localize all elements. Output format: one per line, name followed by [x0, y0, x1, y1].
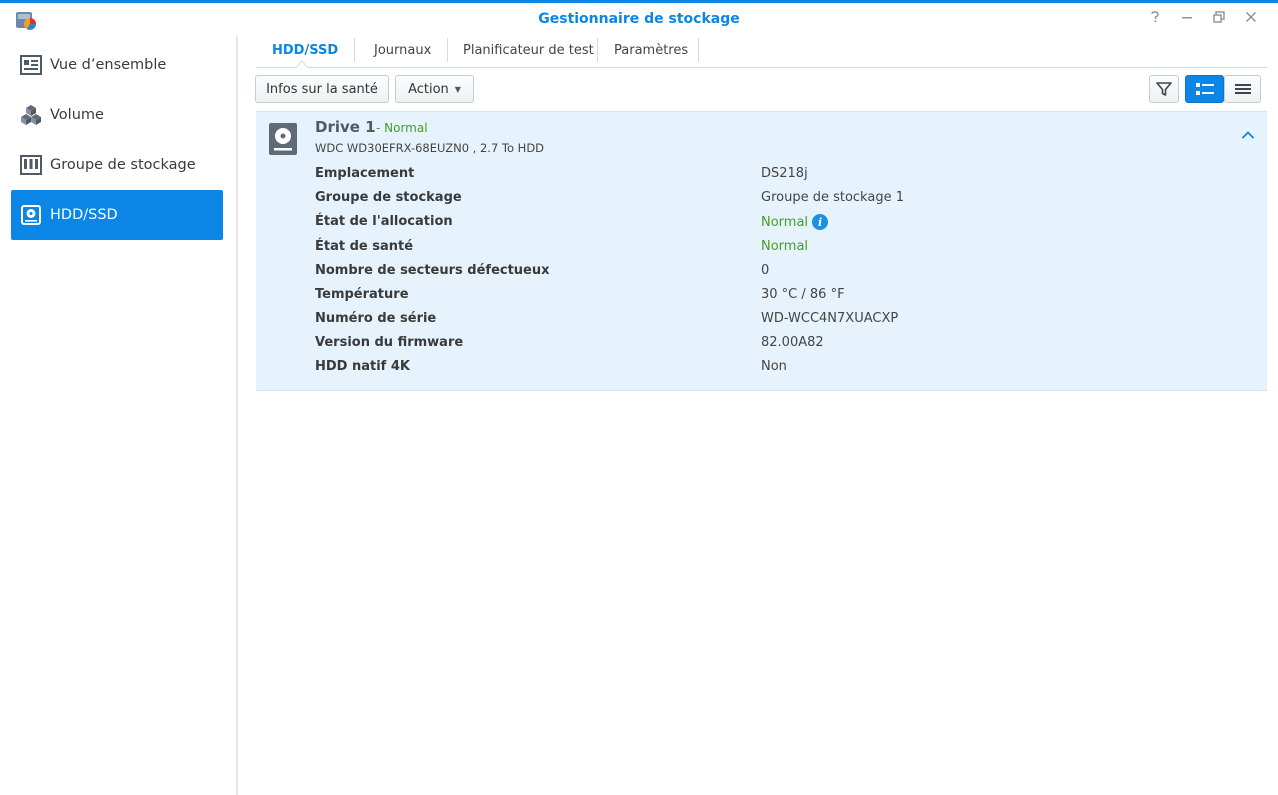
detail-key: Emplacement	[315, 166, 415, 181]
detail-value: 30 °C / 86 °F	[761, 287, 845, 302]
tab-planificateur[interactable]: Planificateur de test	[463, 40, 594, 62]
detail-key: Température	[315, 287, 409, 302]
sidebar-item-label: Groupe de stockage	[50, 157, 196, 173]
detail-value: Normal	[761, 239, 809, 254]
detail-key: État de santé	[315, 239, 414, 254]
view-detail-button[interactable]	[1185, 75, 1224, 103]
detail-key: HDD natif 4K	[315, 359, 410, 374]
minimize-icon[interactable]	[1178, 10, 1196, 28]
tab-separator	[597, 38, 598, 62]
sidebar-item-storage-pool[interactable]: Groupe de stockage	[11, 140, 223, 190]
detail-value: Groupe de stockage 1	[761, 190, 904, 205]
volume-cubes-icon	[20, 104, 42, 126]
overview-icon	[20, 54, 42, 76]
sidebar-item-label: Vue d’ensemble	[50, 57, 167, 73]
view-list-button[interactable]	[1224, 75, 1261, 103]
filter-button[interactable]	[1149, 75, 1179, 103]
sidebar-item-label: Volume	[50, 107, 104, 123]
action-button[interactable]: Action ▼	[395, 75, 474, 103]
info-icon[interactable]: i	[812, 214, 829, 230]
drive-panel[interactable]: Drive 1 - Normal WDC WD30EFRX-68EUZN0 , …	[256, 111, 1267, 391]
sidebar: Vue d’ensemble Volume Groupe de stockage…	[0, 36, 238, 795]
detail-key: Numéro de série	[315, 311, 437, 326]
detail-key: État de l'allocation	[315, 214, 453, 229]
tab-parametres[interactable]: Paramètres	[614, 40, 688, 62]
detail-value: DS218j	[761, 166, 808, 181]
title-bar: Gestionnaire de stockage	[0, 0, 1278, 36]
detail-key: Version du firmware	[315, 335, 464, 350]
detail-value: Non	[761, 359, 787, 374]
action-button-label: Action	[408, 81, 449, 97]
list-icon	[1234, 84, 1251, 94]
sidebar-item-overview[interactable]: Vue d’ensemble	[11, 40, 223, 90]
tab-separator	[447, 38, 448, 62]
filter-icon	[1156, 82, 1172, 96]
detail-value: Normal i	[761, 214, 829, 230]
storage-pool-icon	[20, 154, 42, 176]
tab-bar: HDD/SSD Journaux Planificateur de test P…	[256, 36, 1267, 68]
maximize-icon[interactable]	[1210, 10, 1228, 28]
drive-status: - Normal	[376, 121, 428, 135]
detail-key: Nombre de secteurs défectueux	[315, 263, 550, 278]
help-icon[interactable]	[1146, 10, 1164, 28]
sidebar-item-label: HDD/SSD	[50, 207, 118, 223]
hdd-drive-icon	[269, 123, 297, 155]
chevron-down-icon: ▼	[454, 84, 461, 94]
close-icon[interactable]	[1242, 10, 1260, 28]
active-tab-indicator	[296, 60, 308, 68]
list-detail-icon	[1195, 83, 1214, 95]
sidebar-item-hdd-ssd[interactable]: HDD/SSD	[11, 190, 223, 240]
detail-key: Groupe de stockage	[315, 190, 462, 205]
detail-value: 0	[761, 263, 770, 278]
window-title: Gestionnaire de stockage	[538, 11, 740, 27]
tab-separator	[354, 38, 355, 62]
tab-journaux[interactable]: Journaux	[374, 40, 431, 62]
detail-value: 82.00A82	[761, 335, 824, 350]
drive-name: Drive 1	[315, 118, 376, 136]
hdd-icon	[20, 204, 42, 226]
chevron-up-icon[interactable]	[1241, 130, 1255, 140]
health-info-button[interactable]: Infos sur la santé	[255, 75, 389, 103]
detail-value: WD-WCC4N7XUACXP	[761, 311, 899, 326]
tab-separator	[698, 38, 699, 62]
drive-model: WDC WD30EFRX-68EUZN0 , 2.7 To HDD	[315, 141, 545, 155]
sidebar-item-volume[interactable]: Volume	[11, 90, 223, 140]
allocation-status-value: Normal	[761, 214, 809, 230]
